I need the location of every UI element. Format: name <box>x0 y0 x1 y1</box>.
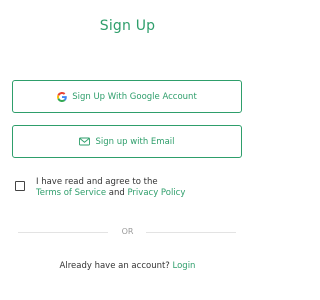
google-signup-button[interactable]: Sign Up With Google Account <box>12 80 242 113</box>
email-signup-label: Sign up with Email <box>95 136 175 147</box>
privacy-link[interactable]: Privacy Policy <box>127 188 185 198</box>
email-signup-button[interactable]: Sign up with Email <box>12 125 242 158</box>
agreement-text: I have read and agree to the Terms of Se… <box>36 177 185 198</box>
terms-link[interactable]: Terms of Service <box>36 188 106 198</box>
login-link[interactable]: Login <box>173 261 196 271</box>
envelope-icon <box>79 137 91 146</box>
agreement-and: and <box>108 187 125 198</box>
agree-checkbox[interactable] <box>15 181 25 191</box>
page-title: Sign Up <box>99 18 156 34</box>
google-signup-label: Sign Up With Google Account <box>72 91 197 102</box>
login-prompt: Already have an account? Login <box>0 261 255 271</box>
login-prompt-text: Already have an account? <box>59 261 170 271</box>
google-icon <box>57 91 68 102</box>
or-label: OR <box>121 227 134 236</box>
agreement-line1: I have read and agree to the <box>36 177 158 187</box>
